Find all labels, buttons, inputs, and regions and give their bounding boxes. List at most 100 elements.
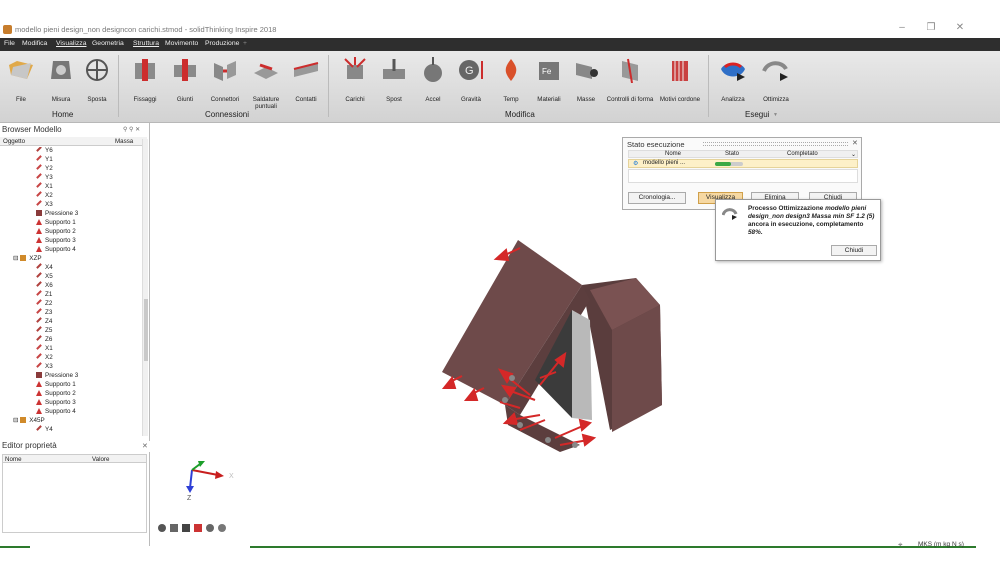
tree-toggle-icon[interactable]: ⊟ <box>13 417 18 424</box>
tree-item[interactable]: Supporto 4 <box>36 246 76 255</box>
part-face <box>572 310 592 420</box>
tree-item[interactable]: Supporto 4 <box>36 408 76 417</box>
gravita-button[interactable]: G Gravità <box>455 57 487 109</box>
line-icon <box>36 281 42 287</box>
saldature-button[interactable]: Saldature puntuali <box>246 57 286 110</box>
tree-item[interactable]: Supporto 2 <box>36 390 76 399</box>
arrow-icon <box>36 164 42 170</box>
menu-geometria[interactable]: Geometria <box>92 40 124 47</box>
misura-button[interactable]: Misura <box>46 57 76 109</box>
sposta-button[interactable]: Sposta <box>82 57 112 109</box>
close-icon[interactable]: ✕ <box>952 22 968 33</box>
materiali-button[interactable]: Fe Materiali <box>533 57 565 109</box>
tree-item[interactable]: Supporto 1 <box>36 381 76 390</box>
header-chevron-icon[interactable]: ⌄ <box>851 151 856 158</box>
notification-popup: Processo Ottimizzazione modello pieni de… <box>715 199 881 261</box>
tree-item[interactable]: X3 <box>36 200 53 210</box>
menu-file[interactable]: File <box>4 40 15 47</box>
tree-item-label: Supporto 3 <box>45 237 76 244</box>
ribbon-separator <box>328 55 329 117</box>
move-icon <box>86 59 108 81</box>
tree-item[interactable]: Z2 <box>36 299 52 309</box>
joints-icon <box>174 59 196 81</box>
dialog-grip[interactable] <box>703 142 848 146</box>
model-tree: Y6 Y1 Y2 Y3 X1 X2 X3 Pressione 3 Supporto 1 Suppo… <box>0 147 142 437</box>
tree-item[interactable]: X6 <box>36 281 53 291</box>
tree-item[interactable]: Supporto 2 <box>36 228 76 237</box>
tree-item[interactable]: Pressione 3 <box>36 372 78 381</box>
tree-item[interactable]: Y4 <box>36 425 53 435</box>
carichi-button[interactable]: Carichi <box>338 57 372 109</box>
temp-button[interactable]: Temp <box>496 57 526 109</box>
tree-item[interactable]: Y6 <box>36 147 53 156</box>
file-button[interactable]: File <box>6 57 36 109</box>
units-icon[interactable]: ⌖ <box>898 540 903 550</box>
tree-item-label: Y6 <box>45 147 53 154</box>
svg-text:Fe: Fe <box>542 67 552 76</box>
properties-close-icon[interactable]: ✕ <box>142 442 148 450</box>
tree-item[interactable]: X5 <box>36 272 53 282</box>
popup-close-button[interactable]: Chiudi <box>831 245 877 256</box>
tree-item[interactable]: Supporto 1 <box>36 219 76 228</box>
tree-item[interactable]: Pressione 3 <box>36 210 78 219</box>
run-status-close-icon[interactable]: ✕ <box>852 139 858 147</box>
tree-item[interactable]: Z4 <box>36 317 52 327</box>
materials-icon: Fe <box>539 62 559 80</box>
history-button[interactable]: Cronologia... <box>628 192 686 204</box>
tree-item[interactable]: Supporto 3 <box>36 399 76 408</box>
restore-icon[interactable]: ❐ <box>923 22 939 33</box>
analizza-button[interactable]: Analizza <box>716 57 750 109</box>
tree-item[interactable]: X1 <box>36 344 53 354</box>
browser-controls-icon[interactable]: ⚲ ⚲ ✕ <box>123 126 140 133</box>
menu-visualizza[interactable]: Visualizza <box>56 40 86 47</box>
menu-add[interactable]: + <box>243 40 247 47</box>
tree-toggle-icon[interactable]: ⊟ <box>13 255 18 262</box>
tree-item[interactable]: Z5 <box>36 326 52 336</box>
units-label[interactable]: MKS (m kg N s) <box>918 541 964 548</box>
menu-movimento[interactable]: Movimento <box>165 40 198 47</box>
giunti-button[interactable]: Giunti <box>170 57 200 109</box>
tree-item[interactable]: Y3 <box>36 173 53 183</box>
scrollbar-thumb[interactable] <box>144 299 148 361</box>
tree-item[interactable]: X2 <box>36 353 53 363</box>
tree-item[interactable]: X2 <box>36 191 53 201</box>
line-icon <box>36 326 42 332</box>
tree-item-label: Y1 <box>45 156 53 163</box>
menu-modifica[interactable]: Modifica <box>22 40 47 47</box>
tree-item[interactable]: X4 <box>36 263 53 273</box>
tree-item-label: Supporto 1 <box>45 381 76 388</box>
motivi-cordone-button[interactable]: Motivi cordone <box>656 57 704 109</box>
ottimizza-button[interactable]: Ottimizza <box>757 57 795 109</box>
esegui-dropdown-icon[interactable]: ▼ <box>773 112 778 118</box>
tree-item[interactable]: Z1 <box>36 290 52 300</box>
line-icon <box>36 335 42 341</box>
fissaggi-button[interactable]: Fissaggi <box>128 57 162 109</box>
controlli-forma-button[interactable]: Controlli di forma <box>604 57 656 109</box>
tree-item[interactable]: Y2 <box>36 164 53 174</box>
tree-item[interactable]: X3 <box>36 362 53 372</box>
tree-item[interactable]: Y1 <box>36 155 53 165</box>
tree-item-label: Pressione 3 <box>45 372 79 379</box>
menu-produzione[interactable]: Produzione <box>205 40 239 47</box>
tree-item[interactable]: X1 <box>36 182 53 192</box>
line-icon <box>36 317 42 323</box>
ribbon-separator <box>118 55 119 117</box>
pressure-icon <box>36 210 42 216</box>
tree-scrollbar[interactable] <box>142 139 148 436</box>
contatti-button[interactable]: Contatti <box>290 57 322 109</box>
tree-item[interactable]: Z6 <box>36 335 52 345</box>
tree-item[interactable]: Supporto 3 <box>36 237 76 246</box>
minimize-icon[interactable]: – <box>894 22 910 33</box>
properties-title: Editor proprietà <box>0 441 150 452</box>
connettori-button[interactable]: Connettori <box>207 57 243 109</box>
menu-struttura[interactable]: Struttura <box>133 40 159 47</box>
tree-item[interactable]: Z3 <box>36 308 52 318</box>
masse-button[interactable]: Masse <box>571 57 601 109</box>
view-tools[interactable] <box>158 524 226 532</box>
spost-button[interactable]: Spost <box>378 57 410 109</box>
displacement-icon <box>383 59 405 79</box>
run-status-header: Nome Stato Completato ⌄ <box>628 150 858 158</box>
run-status-row[interactable]: ⚙ modello pieni ... <box>628 159 858 168</box>
accel-button[interactable]: Accel <box>418 57 448 109</box>
tree-item[interactable]: ⊟ XZP <box>13 255 42 264</box>
